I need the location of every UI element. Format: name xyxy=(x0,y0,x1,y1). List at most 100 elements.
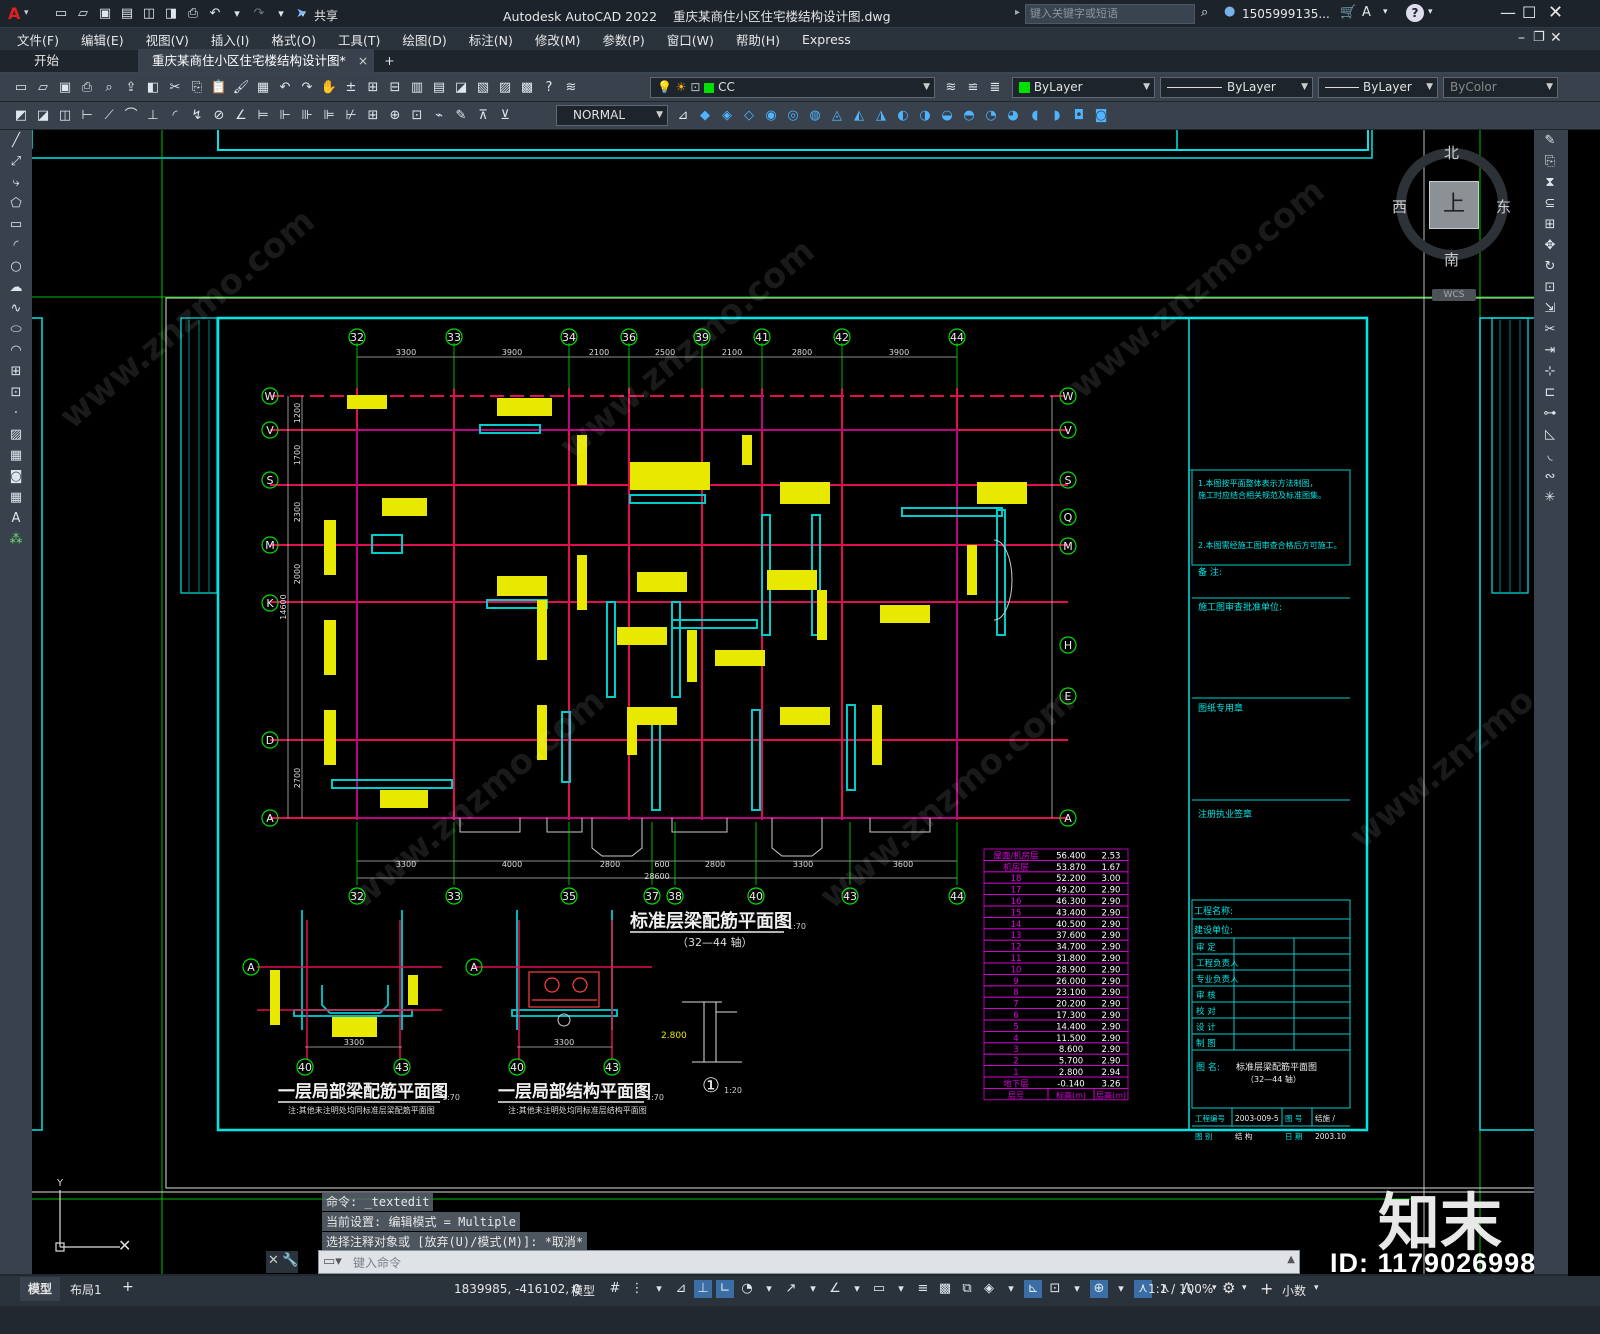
doc-restore-icon[interactable]: ❐ xyxy=(1533,30,1545,45)
polygon-icon[interactable]: ⬠ xyxy=(0,193,32,214)
flatshot-icon[interactable]: ◘ xyxy=(1070,107,1088,125)
model-tab[interactable]: 模型 xyxy=(20,1277,61,1301)
plot-icon[interactable]: ⎙ xyxy=(184,5,202,23)
block-editor-icon[interactable]: ▦ xyxy=(254,79,272,97)
viewcube-south[interactable]: 南 xyxy=(1444,249,1459,270)
tool-c-icon[interactable]: ◫ xyxy=(56,107,74,125)
markup-icon[interactable]: ▨ xyxy=(496,79,514,97)
mtext-icon[interactable]: A xyxy=(0,508,32,529)
app-dropdown-icon[interactable]: ▾ xyxy=(1383,7,1388,17)
coordinate-readout[interactable]: 1839985, -416102, 0 xyxy=(454,1282,580,1296)
dim-update-icon[interactable]: ⊻ xyxy=(496,107,514,125)
lineweight-dropdown[interactable]: ByLayer ▼ xyxy=(1318,77,1438,98)
color-dropdown[interactable]: ByLayer ▼ xyxy=(1012,77,1155,98)
circle-icon[interactable]: ○ xyxy=(0,256,32,277)
otrack-dropdown-icon[interactable]: ▾ xyxy=(848,1280,866,1298)
quickcalc-icon[interactable]: ▩ xyxy=(518,79,536,97)
fillet-icon[interactable]: ◟ xyxy=(1534,445,1566,466)
cut-icon[interactable]: ✂ xyxy=(166,79,184,97)
revcloud-icon[interactable]: ☁ xyxy=(0,277,32,298)
dynamic-ucs-icon[interactable]: ⊾ xyxy=(1024,1280,1042,1298)
isodraft-icon[interactable]: ↗ xyxy=(782,1280,800,1298)
arc-length-icon[interactable]: ⌒ xyxy=(122,107,140,125)
app-logo-icon[interactable]: A xyxy=(8,4,20,23)
command-customize-icon[interactable]: 🔧 xyxy=(282,1253,298,1268)
plot-file-icon[interactable]: ⎙ xyxy=(78,79,96,97)
3d-pyramid-icon[interactable]: ◬ xyxy=(828,107,846,125)
chamfer-icon[interactable]: ◺ xyxy=(1534,424,1566,445)
menu-edit[interactable]: 编辑(E) xyxy=(70,30,135,49)
layer-state-icon[interactable]: ≣ xyxy=(986,79,1004,97)
tool-b-icon[interactable]: ◪ xyxy=(34,107,52,125)
rectangle-icon[interactable]: ▭ xyxy=(0,214,32,235)
polyline-icon[interactable]: ⤷ xyxy=(0,172,32,193)
explode-icon[interactable]: ✳ xyxy=(1534,487,1566,508)
zoom-prev-icon[interactable]: ⊟ xyxy=(386,79,404,97)
viewcube-north[interactable]: 北 xyxy=(1444,142,1459,163)
add-selected-icon[interactable]: ⁂ xyxy=(0,529,32,550)
rotate-icon[interactable]: ↻ xyxy=(1534,256,1566,277)
layer-dropdown[interactable]: 💡 ☀ ⊡ CC ▼ xyxy=(650,77,935,98)
visual-style-icon[interactable]: ◙ xyxy=(1092,107,1110,125)
hatch-icon[interactable]: ▨ xyxy=(0,424,32,445)
tab-close-icon[interactable]: × xyxy=(358,53,368,68)
undo-dropdown-icon[interactable]: ▾ xyxy=(228,5,246,23)
move-icon[interactable]: ✥ xyxy=(1534,235,1566,256)
linear-dim-icon[interactable]: ⊢ xyxy=(78,107,96,125)
tool-a-icon[interactable]: ◩ xyxy=(12,107,30,125)
share-button[interactable]: 共享 xyxy=(314,7,338,24)
array-icon[interactable]: ⊞ xyxy=(1534,214,1566,235)
search-icon[interactable]: ⌕ xyxy=(1201,5,1208,20)
region-icon[interactable]: ◙ xyxy=(0,466,32,487)
baseline-dim-icon[interactable]: ⊩ xyxy=(276,107,294,125)
plotstyle-dropdown[interactable]: ByColor ▼ xyxy=(1443,77,1558,98)
zoom-realtime-icon[interactable]: ± xyxy=(342,79,360,97)
iso-dropdown-icon[interactable]: ▾ xyxy=(804,1280,822,1298)
annotation-monitor-icon[interactable]: + xyxy=(1260,1279,1273,1298)
ellipse-arc-icon[interactable]: ◠ xyxy=(0,340,32,361)
extend-icon[interactable]: ⇥ xyxy=(1534,340,1566,361)
open-file-icon[interactable]: ▱ xyxy=(34,79,52,97)
gizmo-dropdown-icon[interactable]: ▾ xyxy=(1112,1280,1130,1298)
copy-icon[interactable]: ⎘ xyxy=(188,79,206,97)
user-icon[interactable]: ● xyxy=(1224,4,1235,19)
menu-tools[interactable]: 工具(T) xyxy=(327,30,391,49)
3d-osnap-dropdown-icon[interactable]: ▾ xyxy=(1002,1280,1020,1298)
insert-block-icon[interactable]: ⊞ xyxy=(0,361,32,382)
angular-dim-icon[interactable]: ∠ xyxy=(232,107,250,125)
transparency-icon[interactable]: ▩ xyxy=(936,1280,954,1298)
close-icon[interactable]: ✕ xyxy=(1548,2,1563,23)
continue-dim-icon[interactable]: ⊪ xyxy=(298,107,316,125)
erase-icon[interactable]: ✎ xyxy=(1534,130,1566,151)
slice-icon[interactable]: ◕ xyxy=(1004,107,1022,125)
open-web-icon[interactable]: ◫ xyxy=(140,5,158,23)
intersect-icon[interactable]: ◔ xyxy=(982,107,1000,125)
drawing-canvas[interactable]: 32 33 34 36 39 41 42 44 3300 3900 2100 2… xyxy=(32,130,1534,1274)
selection-filter-icon[interactable]: ⊡ xyxy=(1046,1280,1064,1298)
doc-close-icon[interactable]: ✕ xyxy=(1550,30,1562,46)
tool-palettes-icon[interactable]: ◪ xyxy=(452,79,470,97)
construction-line-icon[interactable]: ⤢ xyxy=(0,151,32,172)
publish-icon[interactable]: ⇪ xyxy=(122,79,140,97)
help-tool-icon[interactable]: ? xyxy=(540,79,558,97)
units-value[interactable]: 小数 xyxy=(1282,1282,1306,1299)
autodesk-app-icon[interactable]: A xyxy=(1362,5,1371,20)
share-icon[interactable]: ➤ xyxy=(296,6,307,21)
pan-icon[interactable]: ✋ xyxy=(320,79,338,97)
tolerance-icon[interactable]: ⊞ xyxy=(364,107,382,125)
menu-modify[interactable]: 修改(M) xyxy=(524,30,592,49)
sheet-set-icon[interactable]: ▧ xyxy=(474,79,492,97)
gizmo-icon[interactable]: ⊕ xyxy=(1090,1280,1108,1298)
save-file-icon[interactable]: ▣ xyxy=(56,79,74,97)
3d-box-icon[interactable]: ◆ xyxy=(696,107,714,125)
layout1-tab[interactable]: 布局1 xyxy=(70,1281,102,1298)
plot-preview-icon[interactable]: ⌕ xyxy=(100,79,118,97)
loft-icon[interactable]: ◑ xyxy=(916,107,934,125)
infer-icon[interactable]: ⊿ xyxy=(672,1280,690,1298)
units-dropdown-icon[interactable]: ▾ xyxy=(1314,1283,1319,1293)
shell-icon[interactable]: ◖ xyxy=(1026,107,1044,125)
dim-space-icon[interactable]: ⊫ xyxy=(320,107,338,125)
arc-icon[interactable]: ◜ xyxy=(0,235,32,256)
jogged-linear-icon[interactable]: ⌁ xyxy=(430,107,448,125)
properties-icon[interactable]: ▥ xyxy=(408,79,426,97)
